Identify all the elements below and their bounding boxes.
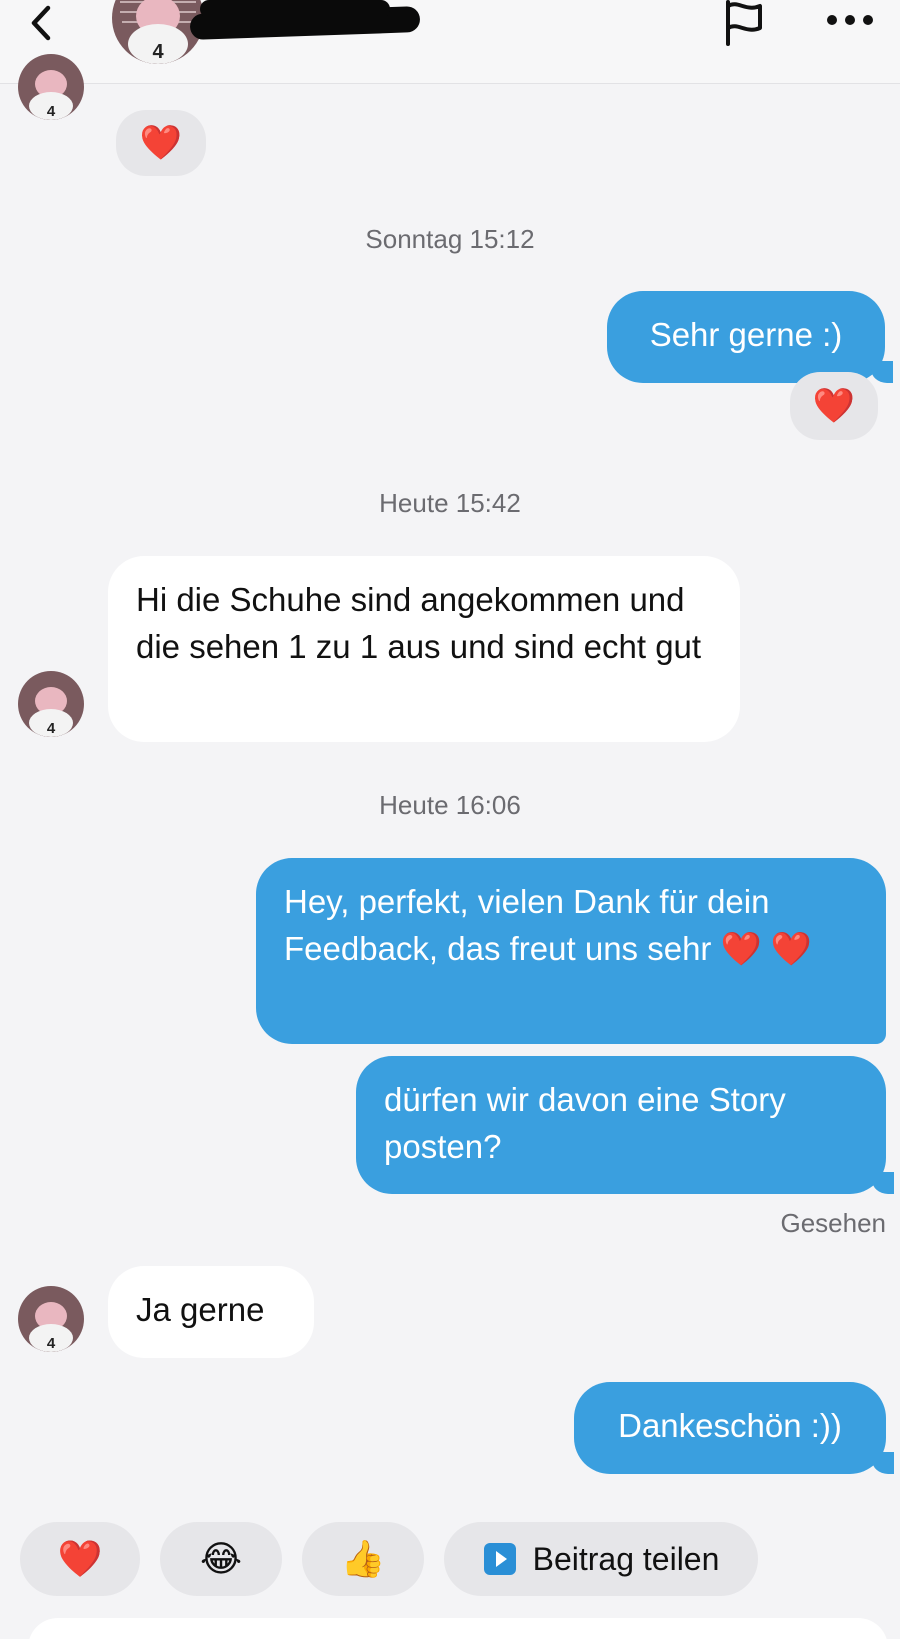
message-text: Hey, perfekt, vielen Dank für dein Feedb… xyxy=(284,883,812,967)
outgoing-message[interactable]: dürfen wir davon eine Story posten? xyxy=(356,1056,894,1194)
share-post-label: Beitrag teilen xyxy=(532,1540,720,1577)
timestamp: Sonntag 15:12 xyxy=(365,224,535,254)
timestamp: Heute 16:06 xyxy=(379,790,521,820)
svg-text:4: 4 xyxy=(152,41,164,63)
message-composer[interactable] xyxy=(28,1618,888,1639)
laughing-face-icon: 😂 xyxy=(199,1538,243,1579)
incoming-message[interactable]: Hi die Schuhe sind angekommen und die se… xyxy=(108,556,740,742)
contact-avatar-small: 4 xyxy=(18,54,84,120)
svg-text:4: 4 xyxy=(47,103,56,120)
heart-icon: ❤️ xyxy=(57,1538,103,1579)
outgoing-message[interactable]: Dankeschön :)) xyxy=(574,1382,894,1474)
contact-avatar-small: 4 xyxy=(18,1286,84,1352)
flag-icon xyxy=(726,0,762,46)
message-text: Ja gerne xyxy=(136,1291,265,1328)
contact-avatar-small: 4 xyxy=(18,671,84,737)
thumbs-up-icon: 👍 xyxy=(340,1538,386,1579)
heart-icon: ❤️ xyxy=(812,387,856,425)
heart-icon: ❤️ xyxy=(139,124,183,162)
message-reaction[interactable]: ❤️ xyxy=(116,110,206,176)
quick-reaction-thumbs-up[interactable]: 👍 xyxy=(302,1522,424,1596)
report-button[interactable] xyxy=(720,0,768,48)
message-text: dürfen wir davon eine Story posten? xyxy=(384,1081,786,1165)
message-text: Sehr gerne :) xyxy=(649,316,843,353)
seen-status: Gesehen xyxy=(780,1208,886,1238)
outgoing-message[interactable]: Hey, perfekt, vielen Dank für dein Feedb… xyxy=(256,858,886,1044)
svg-text:4: 4 xyxy=(47,1335,56,1352)
message-reaction[interactable]: ❤️ xyxy=(790,372,878,440)
message-text: Dankeschön :)) xyxy=(618,1407,842,1444)
more-horizontal-icon xyxy=(827,15,873,25)
timestamp: Heute 15:42 xyxy=(379,488,521,518)
svg-text:4: 4 xyxy=(47,720,56,737)
message-text: Hi die Schuhe sind angekommen und die se… xyxy=(136,581,702,665)
chevron-left-icon xyxy=(31,5,51,41)
outgoing-message[interactable]: Sehr gerne :) xyxy=(607,291,893,383)
chat-header: 4 xyxy=(0,0,900,84)
more-options-button[interactable] xyxy=(822,6,878,34)
incoming-message[interactable]: Ja gerne xyxy=(108,1266,314,1358)
quick-reaction-heart[interactable]: ❤️ xyxy=(20,1522,140,1596)
back-button[interactable] xyxy=(22,2,62,46)
play-square-icon xyxy=(483,1543,516,1575)
quick-reaction-laugh[interactable]: 😂 xyxy=(160,1522,282,1596)
contact-avatar[interactable]: 4 xyxy=(112,0,204,64)
redacted-name-stroke xyxy=(200,0,390,18)
share-post-button[interactable]: Beitrag teilen xyxy=(444,1522,758,1596)
